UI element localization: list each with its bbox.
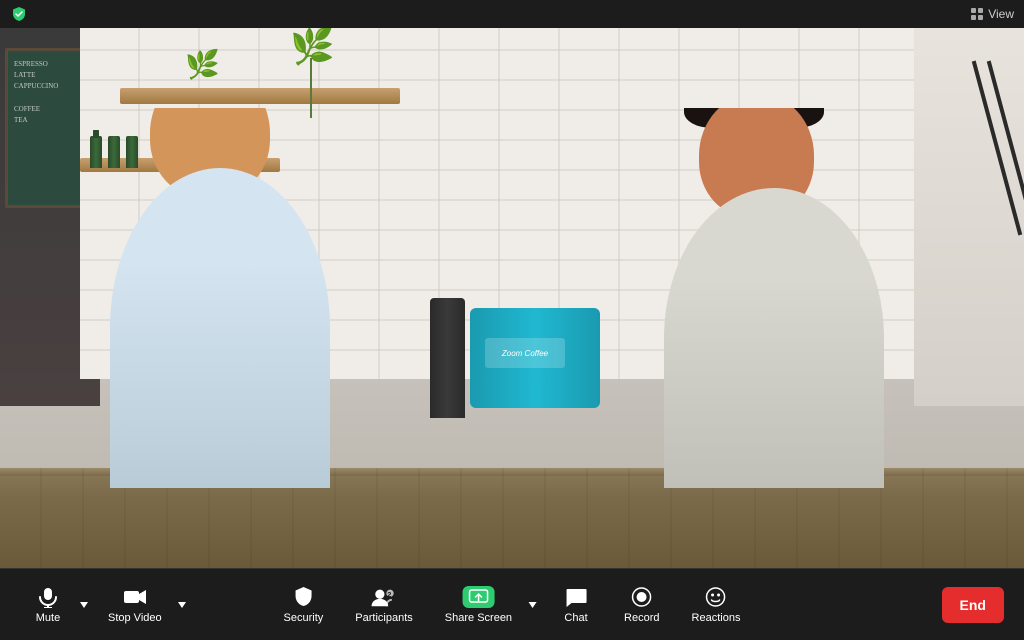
stop-video-group: Stop Video bbox=[96, 579, 190, 630]
person-left bbox=[80, 108, 360, 488]
mute-arrow[interactable] bbox=[76, 596, 92, 614]
right-wall bbox=[914, 28, 1024, 406]
toolbar-center: Security 2 Participants bbox=[272, 579, 753, 630]
view-button[interactable]: View bbox=[970, 7, 1014, 21]
video-arrow[interactable] bbox=[174, 596, 190, 614]
participants-label: Participants bbox=[355, 612, 412, 624]
security-icon bbox=[291, 585, 315, 609]
shield-icon bbox=[10, 5, 28, 23]
view-label: View bbox=[988, 7, 1014, 21]
video-area: ESPRESSOLATTECAPPUCCINOCOFFEETEA 🌿 Zoom … bbox=[0, 28, 1024, 568]
hanging-plant: 🌿 bbox=[290, 28, 335, 64]
grinder bbox=[430, 298, 465, 418]
video-background: ESPRESSOLATTECAPPUCCINOCOFFEETEA 🌿 Zoom … bbox=[0, 28, 1024, 568]
toolbar: Mute Stop Video bbox=[0, 568, 1024, 640]
top-bar-left bbox=[10, 5, 28, 23]
share-screen-label: Share Screen bbox=[445, 612, 512, 624]
chat-button[interactable]: Chat bbox=[548, 579, 604, 630]
participants-icon: 2 bbox=[372, 585, 396, 609]
share-arrow[interactable] bbox=[524, 596, 540, 614]
mute-label: Mute bbox=[36, 612, 60, 624]
end-button[interactable]: End bbox=[942, 587, 1004, 623]
security-label: Security bbox=[284, 612, 324, 624]
person-left-body bbox=[110, 168, 330, 488]
chat-icon bbox=[564, 585, 588, 609]
toolbar-left: Mute Stop Video bbox=[20, 579, 190, 630]
participants-button[interactable]: 2 Participants bbox=[343, 579, 424, 630]
video-icon bbox=[123, 585, 147, 609]
person-right-body bbox=[664, 188, 884, 488]
person-right bbox=[644, 108, 904, 488]
top-bar: View bbox=[0, 0, 1024, 28]
shelf-top bbox=[120, 88, 400, 104]
mute-button[interactable]: Mute bbox=[20, 579, 76, 630]
toolbar-right: End bbox=[942, 587, 1004, 623]
reactions-button[interactable]: Reactions bbox=[680, 579, 753, 630]
reactions-label: Reactions bbox=[692, 612, 741, 624]
coffee-machine: Zoom Coffee bbox=[470, 308, 600, 408]
stop-video-label: Stop Video bbox=[108, 612, 162, 624]
mic-icon bbox=[36, 585, 60, 609]
svg-text:2: 2 bbox=[388, 590, 392, 599]
plant-1 bbox=[180, 48, 230, 98]
staircase bbox=[934, 58, 1024, 258]
coffee-machine-display: Zoom Coffee bbox=[485, 338, 565, 368]
record-icon bbox=[630, 585, 654, 609]
mute-group: Mute bbox=[20, 579, 92, 630]
chat-label: Chat bbox=[564, 612, 587, 624]
record-button[interactable]: Record bbox=[612, 579, 671, 630]
share-screen-button[interactable]: Share Screen bbox=[433, 579, 524, 630]
share-screen-group: Share Screen bbox=[433, 579, 540, 630]
chalkboard-text: ESPRESSOLATTECAPPUCCINOCOFFEETEA bbox=[14, 59, 58, 126]
stop-video-button[interactable]: Stop Video bbox=[96, 579, 174, 630]
record-label: Record bbox=[624, 612, 659, 624]
stair-rail-1 bbox=[987, 61, 1024, 236]
reactions-icon bbox=[704, 585, 728, 609]
share-screen-icon bbox=[466, 585, 490, 609]
security-button[interactable]: Security bbox=[272, 579, 336, 630]
chalkboard: ESPRESSOLATTECAPPUCCINOCOFFEETEA bbox=[5, 48, 90, 208]
